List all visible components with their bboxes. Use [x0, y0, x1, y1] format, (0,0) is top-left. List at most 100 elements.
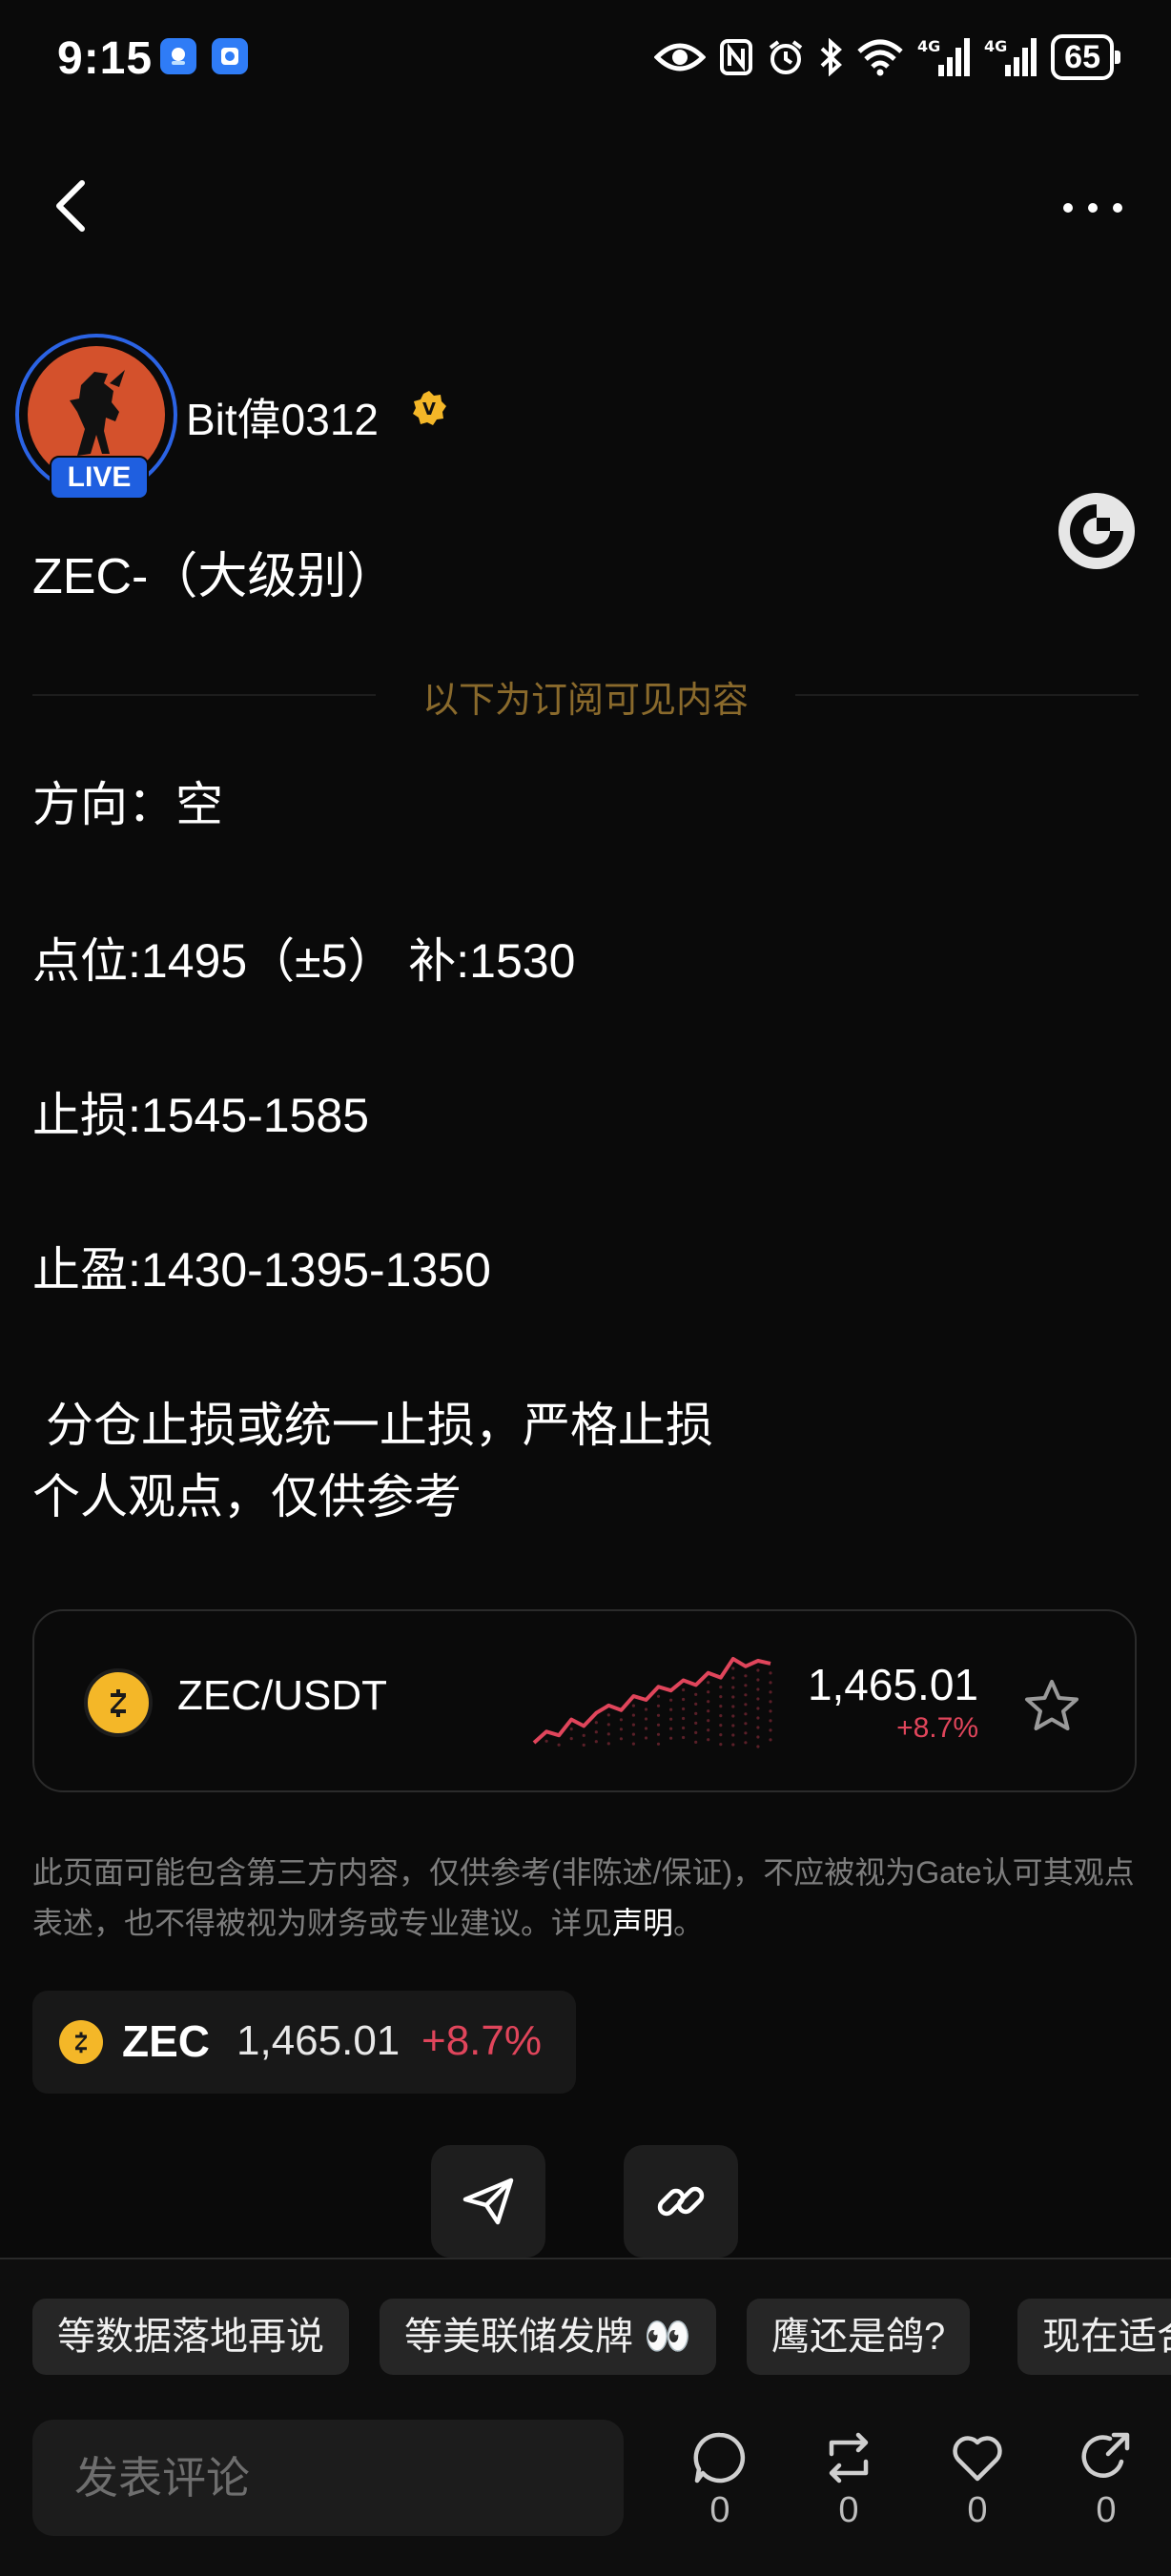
sparkline-fill-dot [594, 1740, 598, 1744]
sparkline-fill-dot [682, 1735, 686, 1740]
quick-reply-chip[interactable]: 现在适合 [1017, 2299, 1171, 2375]
sparkline-fill-dot [582, 1733, 586, 1737]
wifi-icon [857, 39, 903, 76]
sparkline-fill-dot [769, 1671, 772, 1675]
send-button[interactable] [431, 2145, 545, 2258]
sparkline-fill-dot [619, 1737, 623, 1741]
sparkline-fill-dot [707, 1690, 710, 1694]
sparkline-fill-dot [756, 1668, 760, 1672]
sparkline-fill-dot [744, 1703, 748, 1707]
sparkline-fill-dot [707, 1738, 710, 1742]
ticker-pill[interactable]: ZEC 1,465.01 +8.7% [32, 1991, 576, 2094]
quick-reply-chip[interactable]: 鹰还是鸽? [747, 2299, 971, 2375]
more-dots-icon[interactable] [1058, 176, 1127, 234]
sparkline-fill-dot [769, 1681, 772, 1685]
author-name[interactable]: Bit偉0312 [186, 385, 379, 448]
eye-icon [654, 43, 707, 72]
sparkline-fill-dot [606, 1742, 610, 1746]
sparkline-fill-dot [707, 1719, 710, 1723]
sparkline-fill-dot [582, 1743, 586, 1747]
sparkline-fill-dot [719, 1695, 723, 1699]
sparkline-fill-dot [631, 1742, 635, 1746]
notification-app-icon [160, 38, 196, 74]
comment-count: 0 [709, 2490, 730, 2530]
prancing-horse-icon [70, 370, 125, 456]
post-direction: 方向：空 [32, 778, 223, 831]
sparkline-fill-dot [769, 1700, 772, 1704]
sparkline-fill-dot [731, 1686, 735, 1689]
sparkline-fill-dot [569, 1737, 573, 1741]
like-action[interactable]: 0 [935, 2429, 1020, 2531]
sparkline-fill-dot [769, 1719, 772, 1723]
sparkline-fill-dot [756, 1716, 760, 1720]
verified-badge-icon: V [413, 391, 446, 425]
sparkline-line [532, 1657, 771, 1745]
sparkline-fill-dot [656, 1723, 661, 1727]
quick-reply-chip[interactable]: 等数据落地再说 [32, 2299, 349, 2375]
nfc-icon [720, 39, 753, 75]
disclaimer-text: 此页面可能包含第三方内容，仅供参考(非陈述/保证)，不应被视为Gate认可其观点… [32, 1855, 1135, 1940]
send-icon [462, 2177, 514, 2225]
ticker-change: +8.7% [421, 2017, 542, 2064]
sparkline-fill-dot [744, 1722, 748, 1726]
sparkline-fill-dot [631, 1704, 635, 1707]
share-icon [1081, 2432, 1130, 2478]
sparkline-fill-dot [656, 1742, 661, 1746]
sparkline-fill-dot [731, 1695, 735, 1699]
sparkline-fill-dot [694, 1692, 698, 1696]
sparkline-fill-dot [682, 1707, 686, 1711]
sparkline-fill-dot [719, 1686, 723, 1689]
repost-action[interactable]: 0 [806, 2429, 892, 2531]
sparkline-fill-dot [744, 1741, 748, 1745]
sparkline-fill-dot [731, 1676, 735, 1680]
quick-reply-chip[interactable]: 等美联储发牌 👀 [380, 2299, 716, 2375]
live-badge[interactable]: LIVE [50, 456, 149, 500]
sparkline-fill-dot [606, 1713, 610, 1717]
sparkline-fill-dot [619, 1718, 623, 1722]
sparkline-fill-dot [744, 1693, 748, 1697]
sparkline-fill-dot [707, 1728, 710, 1732]
sparkline-fill-dot [631, 1723, 635, 1727]
link-icon [657, 2186, 705, 2217]
sparkline-fill-dot [669, 1727, 673, 1730]
sparkline-fill-dot [594, 1721, 598, 1725]
sparkline-fill-dot [756, 1707, 760, 1710]
chevron-left-icon[interactable] [44, 172, 101, 240]
sparkline-fill-dot [744, 1674, 748, 1678]
comment-action[interactable]: 0 [677, 2429, 763, 2531]
post-note: 个人观点，仅供参考 [32, 1470, 462, 1523]
sparkline-fill-dot [694, 1730, 698, 1734]
sparkline-fill-dot [731, 1743, 735, 1747]
copy-link-button[interactable] [624, 2145, 738, 2258]
sparkline-fill-dot [656, 1732, 661, 1736]
sparkline-fill-dot [744, 1712, 748, 1716]
svg-text:V: V [422, 399, 436, 419]
post-stoploss: 止损:1545-1585 [32, 1089, 370, 1142]
sparkline-fill-dot [606, 1732, 610, 1736]
sparkline-fill-dot [756, 1745, 760, 1748]
signal-4g-icon: 4G [984, 37, 1037, 76]
sparkline-fill-dot [694, 1702, 698, 1706]
share-action[interactable]: 0 [1063, 2429, 1149, 2531]
disclaimer-link[interactable]: 声明 [612, 1906, 673, 1940]
coin-card[interactable]: ZEC/USDT 1,465.01 +8.7% [32, 1609, 1137, 1792]
sparkline-fill-dot [769, 1728, 772, 1732]
sparkline-fill-dot [594, 1730, 598, 1734]
zec-coin-icon [59, 2020, 103, 2064]
post-title: ZEC-（大级别） [32, 549, 397, 604]
post-note: 分仓止损或统一止损，严格止损 [32, 1399, 713, 1452]
like-count: 0 [967, 2490, 988, 2530]
post-takeprofit: 止盈:1430-1395-1350 [32, 1243, 491, 1297]
sparkline-fill-dot [719, 1743, 723, 1747]
sparkline-fill-dot [694, 1711, 698, 1715]
favorite-star-icon[interactable] [1022, 1678, 1081, 1735]
sparkline-fill-dot [707, 1681, 710, 1685]
status-icons: 4G 4G 65 [654, 34, 1120, 80]
sparkline-fill-dot [644, 1727, 648, 1730]
sparkline-fill-dot [694, 1740, 698, 1744]
bluetooth-icon [820, 38, 843, 76]
sparkline-fill-dot [707, 1709, 710, 1713]
comment-input[interactable]: 发表评论 [32, 2420, 624, 2536]
sparkline-fill-dot [682, 1697, 686, 1702]
disclaimer: 此页面可能包含第三方内容，仅供参考(非陈述/保证)，不应被视为Gate认可其观点… [32, 1848, 1139, 1949]
